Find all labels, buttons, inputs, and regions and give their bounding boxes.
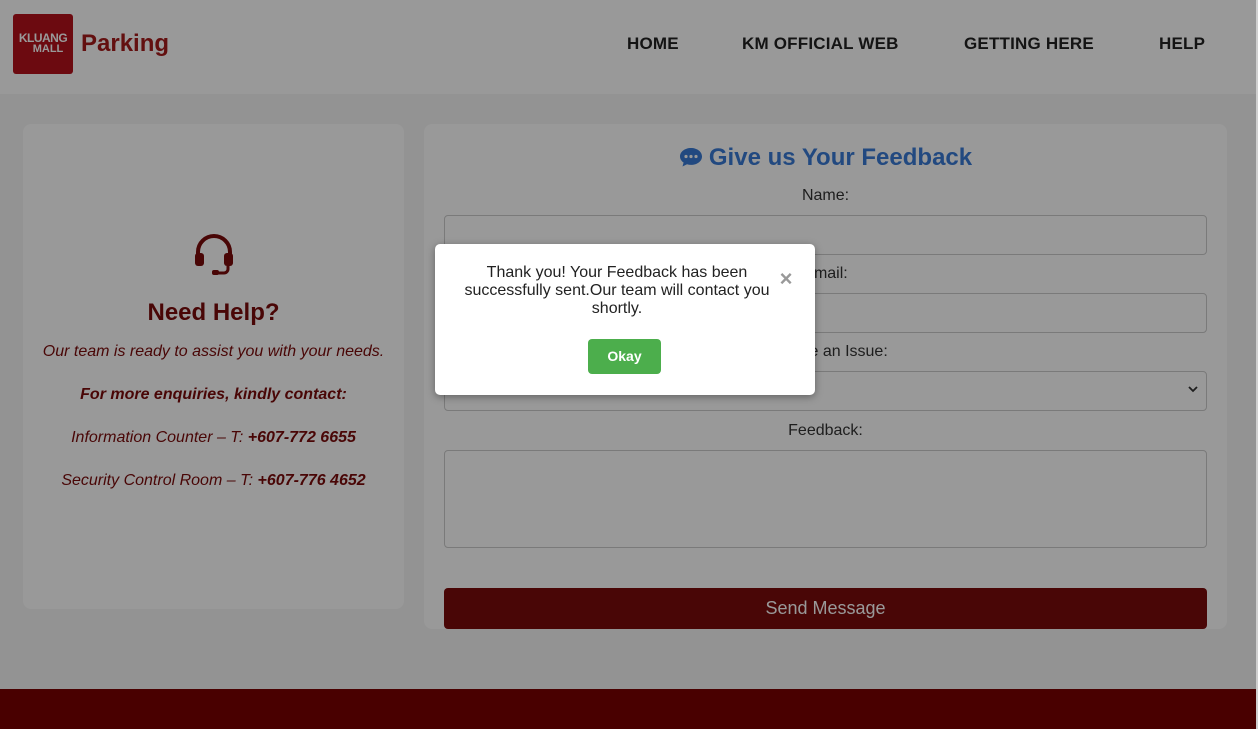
- success-modal: Thank you! Your Feedback has been succes…: [435, 244, 815, 395]
- okay-button[interactable]: Okay: [588, 339, 661, 374]
- modal-message: Thank you! Your Feedback has been succes…: [464, 264, 770, 317]
- close-icon[interactable]: ×: [775, 268, 797, 290]
